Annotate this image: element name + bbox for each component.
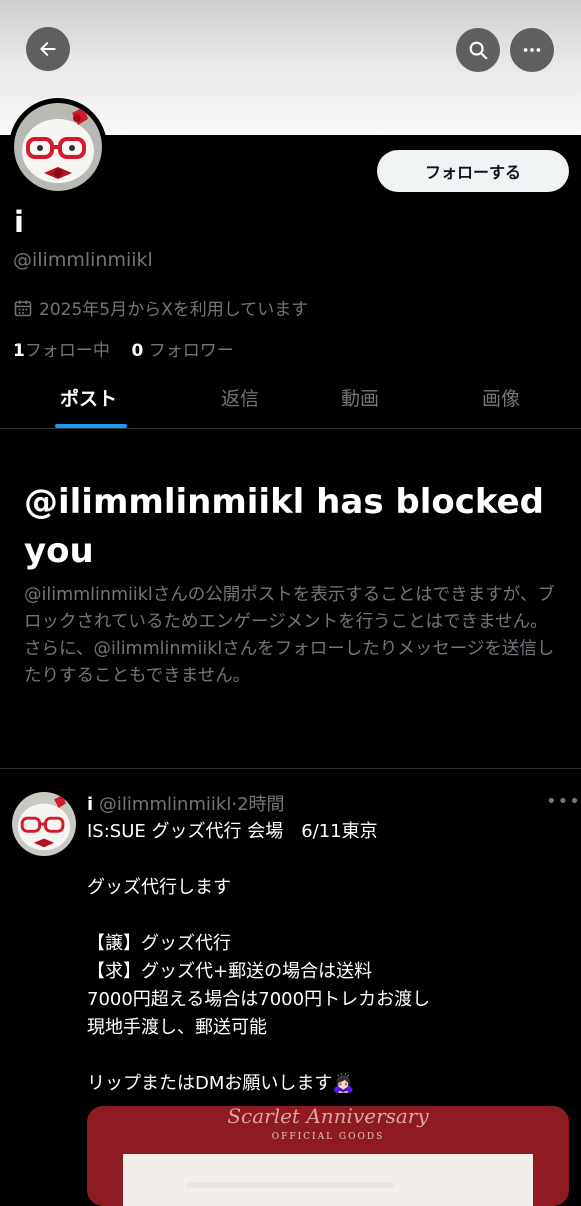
post-time[interactable]: 2時間 xyxy=(237,794,284,815)
more-options-button[interactable] xyxy=(510,28,554,72)
post-line: 7000円超える場合は7000円トレカお渡し xyxy=(87,989,431,1010)
post-more-icon[interactable]: ••• xyxy=(546,791,581,812)
post-line: グッズ代行します xyxy=(87,877,231,898)
calendar-icon xyxy=(14,300,32,316)
media-script-title: Scarlet Anniversary xyxy=(227,1106,429,1128)
arrow-left-icon xyxy=(40,42,56,56)
blocked-description: @ilimmlinmiiklさんの公開ポストを表示することはできますが、ブロック… xyxy=(24,585,555,686)
post-line: 現地手渡し、郵送可能 xyxy=(87,1017,267,1038)
search-icon xyxy=(469,41,488,60)
blocked-title: @ilimmlinmiikl has blocked you xyxy=(24,482,544,571)
back-button[interactable] xyxy=(26,27,70,71)
tab-replies[interactable]: 返信 xyxy=(221,384,259,411)
follow-counts: 1フォロー中 0 フォロワー xyxy=(13,336,234,361)
media-heading: OFFICIAL GOODS xyxy=(271,1132,385,1142)
post-line: 【譲】グッズ代行 xyxy=(87,933,231,954)
section-divider xyxy=(0,768,581,769)
followers-link[interactable]: 0 フォロワー xyxy=(131,341,233,361)
joined-date: 2025年5月からXを利用しています xyxy=(13,295,308,320)
tabs-divider xyxy=(0,428,581,429)
avatar-image xyxy=(14,103,102,191)
tab-videos[interactable]: 動画 xyxy=(341,384,379,411)
post-line: リップまたはDMお願いします🙇🏻‍♀️ xyxy=(87,1073,355,1094)
post-media-image[interactable]: Scarlet Anniversary OFFICIAL GOODS xyxy=(87,1106,569,1206)
more-horizontal-icon xyxy=(523,48,541,52)
post-line xyxy=(87,902,567,930)
post-header: i @ilimmlinmiikl·2時間 xyxy=(87,790,285,816)
post-author-handle[interactable]: @ilimmlinmiikl xyxy=(99,794,231,815)
joined-text: 2025年5月からXを利用しています xyxy=(39,300,309,320)
following-link[interactable]: 1フォロー中 xyxy=(13,341,110,361)
tab-posts[interactable]: ポスト xyxy=(60,384,117,411)
home-indicator[interactable] xyxy=(186,1182,394,1188)
tab-media[interactable]: 画像 xyxy=(482,384,520,411)
follow-button[interactable]: フォローする xyxy=(377,150,569,192)
post-text: IS:SUE グッズ代行 会場 6/11東京 グッズ代行します 【譲】グッズ代行… xyxy=(87,818,567,1098)
post-avatar[interactable] xyxy=(12,792,76,856)
post-line: 【求】グッズ代+郵送の場合は送料 xyxy=(87,961,373,982)
profile-handle: @ilimmlinmiikl xyxy=(13,249,153,271)
post-line xyxy=(87,846,567,874)
search-button[interactable] xyxy=(456,28,500,72)
profile-avatar[interactable] xyxy=(9,98,107,196)
post-line xyxy=(87,1042,567,1070)
post-author-name[interactable]: i xyxy=(87,794,93,815)
media-goods-panel xyxy=(123,1154,533,1206)
display-name: i xyxy=(14,205,24,239)
post-line: IS:SUE グッズ代行 会場 6/11東京 xyxy=(87,821,378,842)
